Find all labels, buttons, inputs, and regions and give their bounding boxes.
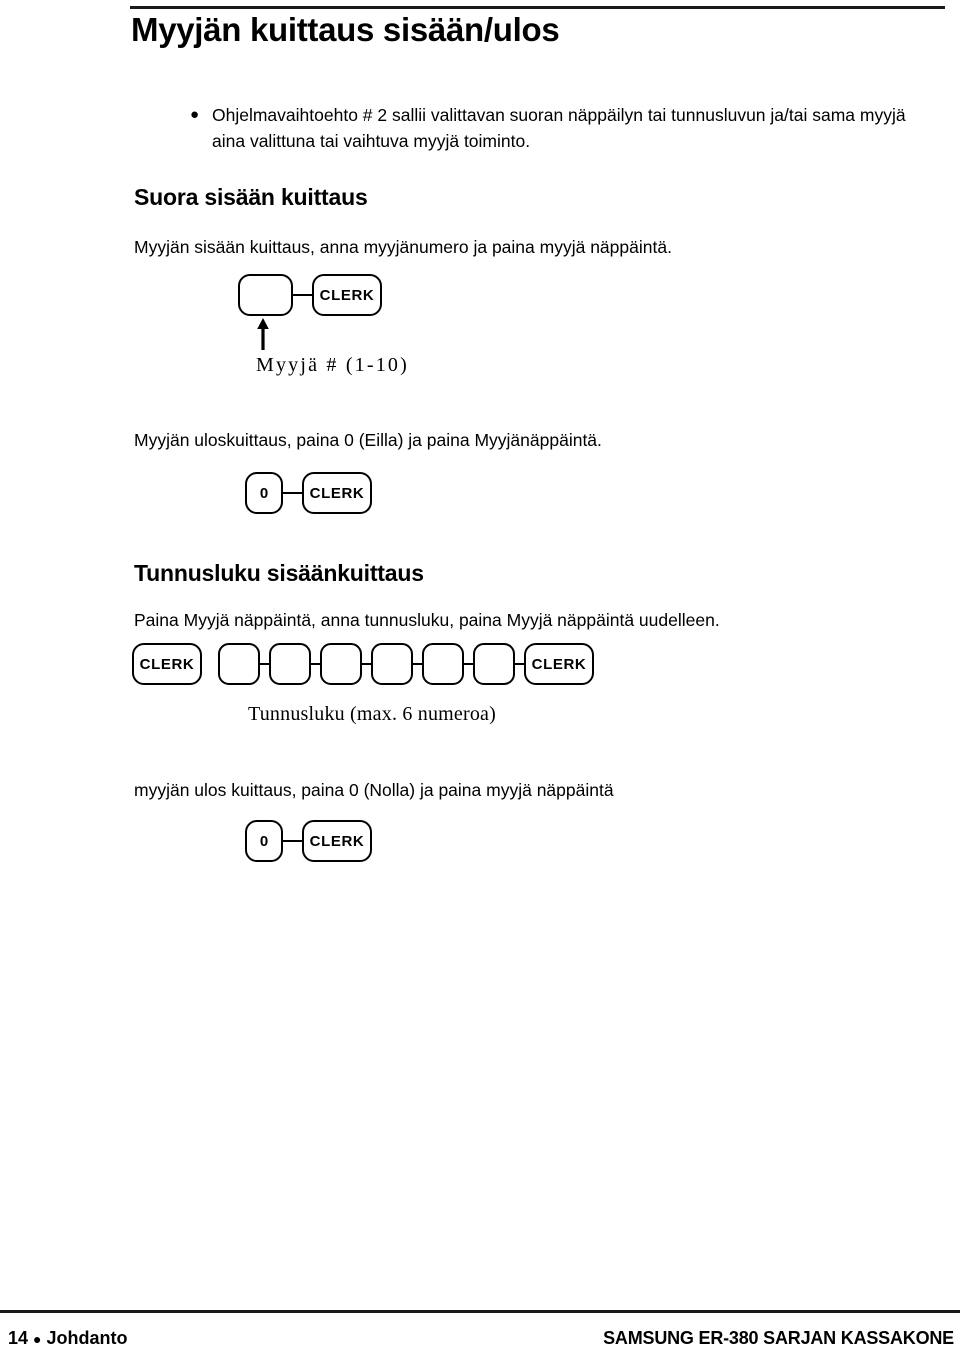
key-passcode-slot xyxy=(218,643,260,685)
key-connector xyxy=(311,662,320,666)
key-connector xyxy=(283,839,302,843)
caption-myyja-number-range: Myyjä # (1-10) xyxy=(256,354,409,376)
key-blank-clerk-number xyxy=(238,274,293,316)
key-connector xyxy=(464,662,473,666)
key-passcode-slot xyxy=(473,643,515,685)
key-diagram-clerk-sign-out-secondary: 0 CLERK xyxy=(245,820,372,862)
section-paragraph-myyjan-ulos-kuittaus: myyjän ulos kuittaus, paina 0 (Nolla) ja… xyxy=(134,780,614,800)
key-clerk: CLERK xyxy=(302,472,372,514)
header-rule xyxy=(130,6,945,9)
key-diagram-clerk-sign-in: CLERK xyxy=(238,274,382,316)
page-title: Myyjän kuittaus sisään/ulos xyxy=(131,11,560,48)
key-diagram-passcode-entry: CLERK CLERK xyxy=(132,643,594,685)
section-paragraph-tunnusluku-sisaankuittaus: Paina Myyjä näppäintä, anna tunnusluku, … xyxy=(134,610,720,630)
section-paragraph-myyjan-uloskuittaus: Myyjän uloskuittaus, paina 0 (Eilla) ja … xyxy=(134,430,602,450)
footer-rule xyxy=(0,1310,960,1313)
section-paragraph-suora-sisaan-kuittaus: Myyjän sisään kuittaus, anna myyjänumero… xyxy=(134,237,672,257)
arrow-up-icon xyxy=(257,318,269,350)
key-passcode-slot xyxy=(371,643,413,685)
footer-page-number: 14 xyxy=(8,1328,29,1348)
footer-chapter-name: Johdanto xyxy=(46,1328,128,1348)
key-connector xyxy=(413,662,422,666)
key-zero: 0 xyxy=(245,472,283,514)
footer-product-name: SAMSUNG ER-380 SARJAN KASSAKONE xyxy=(603,1328,954,1348)
key-clerk: CLERK xyxy=(132,643,202,685)
key-passcode-slot xyxy=(422,643,464,685)
key-zero: 0 xyxy=(245,820,283,862)
caption-tunnusluku-max-digits: Tunnusluku (max. 6 numeroa) xyxy=(248,703,496,725)
key-clerk: CLERK xyxy=(302,820,372,862)
bullet-marker-icon: ● xyxy=(190,106,200,123)
key-connector xyxy=(283,491,302,495)
section-heading-tunnusluku-sisaankuittaus: Tunnusluku sisäänkuittaus xyxy=(134,560,424,586)
key-connector xyxy=(293,293,312,297)
key-diagram-clerk-sign-out: 0 CLERK xyxy=(245,472,372,514)
key-passcode-slot xyxy=(320,643,362,685)
key-connector xyxy=(515,662,524,666)
section-heading-suora-sisaan-kuittaus: Suora sisään kuittaus xyxy=(134,184,368,210)
intro-bullet-text: Ohjelmavaihtoehto # 2 sallii valittavan … xyxy=(212,105,906,151)
key-connector xyxy=(362,662,371,666)
key-connector xyxy=(260,662,269,666)
footer-separator-icon: ● xyxy=(33,1331,42,1347)
key-clerk: CLERK xyxy=(524,643,594,685)
footer-left: 14 ● Johdanto xyxy=(8,1328,128,1349)
intro-bullet-item: ● Ohjelmavaihtoehto # 2 sallii valittava… xyxy=(190,102,915,154)
key-clerk: CLERK xyxy=(312,274,382,316)
key-passcode-slot xyxy=(269,643,311,685)
